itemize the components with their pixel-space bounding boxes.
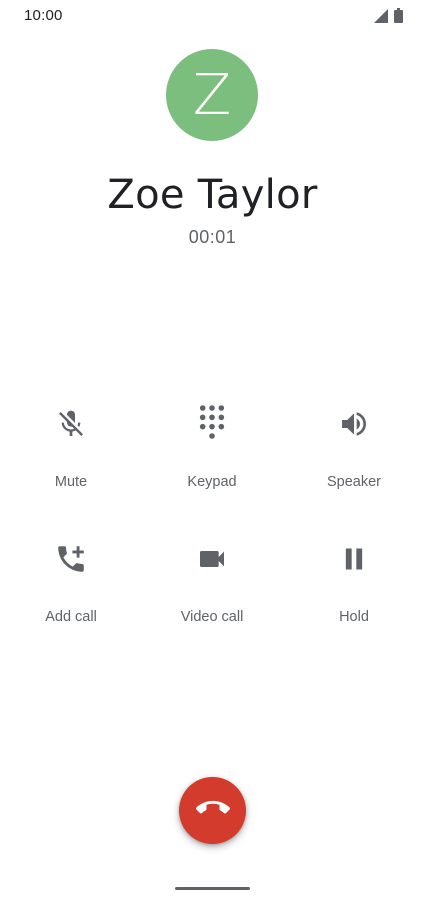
mic-off-icon [51, 404, 91, 444]
call-end-icon [195, 791, 230, 830]
video-call-button[interactable]: Video call [152, 539, 272, 635]
call-timer: 00:01 [188, 227, 237, 247]
add-call-button[interactable]: Add call [11, 539, 131, 635]
add-call-label: Add call [45, 609, 97, 625]
status-bar: 10:00 [0, 0, 425, 32]
speaker-label: Speaker [326, 474, 381, 490]
dialpad-icon [192, 404, 232, 444]
avatar-initial: Z [192, 62, 232, 128]
hold-label: Hold [339, 609, 369, 625]
video-camera-icon [192, 539, 232, 579]
battery-icon [394, 8, 403, 28]
status-icons [374, 8, 403, 28]
navigation-handle[interactable] [175, 887, 250, 890]
video-call-label: Video call [180, 609, 244, 625]
speaker-button[interactable]: Speaker [294, 404, 414, 500]
pause-icon [334, 539, 374, 579]
signal-icon [374, 8, 388, 28]
speaker-icon [334, 404, 374, 444]
add-call-icon [51, 539, 91, 579]
contact-name: Zoe Taylor [107, 172, 318, 218]
contact-avatar: Z [166, 49, 258, 141]
mute-label: Mute [54, 474, 88, 490]
mute-button[interactable]: Mute [11, 404, 131, 500]
hold-button[interactable]: Hold [294, 539, 414, 635]
end-call-button[interactable] [179, 777, 246, 844]
keypad-label: Keypad [187, 474, 237, 490]
keypad-button[interactable]: Keypad [152, 404, 272, 500]
status-time: 10:00 [24, 7, 63, 24]
